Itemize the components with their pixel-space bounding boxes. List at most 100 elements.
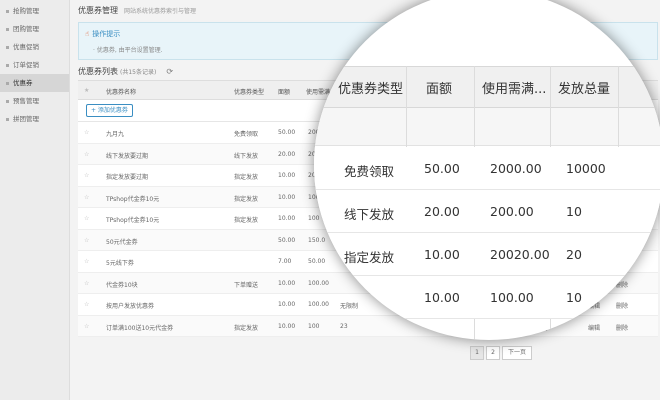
- star-icon: ☆: [84, 301, 90, 308]
- zoom-cell-type: 线下发放: [344, 207, 395, 222]
- zoom-cell-amount: 20.00: [424, 204, 460, 219]
- star-icon: ☆: [84, 193, 90, 201]
- sidebar-item-label: 预售管理: [13, 97, 39, 105]
- coupon-amount: 50.00: [278, 129, 296, 136]
- coupon-amount: 10.00: [278, 301, 296, 308]
- coupon-type: 下单赠送: [234, 281, 259, 289]
- star-icon: ☆: [84, 322, 90, 330]
- coupon-amount: 10.00: [278, 172, 296, 179]
- coupon-name: 5元线下券: [106, 260, 134, 267]
- page-title: 优惠券管理 网站系统优惠券索引与管理: [78, 5, 196, 16]
- tip-text: · 优惠券, 由平台设置管理.: [93, 47, 163, 54]
- coupon-amount: 10.00: [278, 279, 296, 287]
- coupon-extra: 23: [340, 322, 348, 330]
- star-icon: ☆: [84, 172, 90, 179]
- list-title: 优惠券列表 (共15条记录) ⟳: [78, 66, 173, 77]
- coupon-name: TPshop代金券10元: [106, 195, 160, 203]
- zoom-cell-total: 10: [566, 290, 582, 305]
- coupon-amount: 10.00: [278, 193, 296, 201]
- sidebar-item-label: 优惠券: [13, 79, 33, 87]
- star-icon: ☆: [84, 258, 90, 265]
- star-icon: ☆: [84, 215, 90, 222]
- page-title-text: 优惠券管理: [78, 6, 118, 15]
- coupon-amount: 50.00: [278, 236, 296, 244]
- star-icon: ☆: [84, 236, 90, 244]
- bullet-icon: [6, 81, 9, 85]
- star-icon: ☆: [84, 150, 90, 158]
- sidebar-item-team-buy[interactable]: 拼团管理: [0, 110, 69, 128]
- pager-page-2[interactable]: 2: [486, 346, 500, 360]
- sidebar-item-coupons[interactable]: 优惠券: [0, 74, 69, 92]
- zoom-cell-type: 免费领取: [344, 164, 395, 179]
- coupon-type: 指定发放: [234, 174, 259, 181]
- zoom-cell-amount: 10.00: [424, 290, 460, 305]
- sidebar-item-label: 抢购管理: [13, 7, 39, 15]
- coupon-name: 50元代金券: [106, 238, 138, 246]
- coupon-name: 线下发放要过期: [106, 152, 149, 160]
- bullet-icon: [6, 99, 9, 103]
- sidebar: 抢购管理 团购管理 优惠促销 订单促销 优惠券 预售管理 拼团管理: [0, 0, 70, 400]
- magnifier-zoom: 优惠券类型 面额 使用需满... 发放总量 免费领取 50.00 2000.00 10…: [314, 0, 660, 340]
- sidebar-item-promotion[interactable]: 优惠促销: [0, 38, 69, 56]
- hand-pointer-icon: ☝: [85, 30, 90, 38]
- star-icon: ☆: [84, 129, 90, 136]
- sidebar-item-group-buy[interactable]: 团购管理: [0, 20, 69, 38]
- zoom-table-toolbar-row: [314, 108, 660, 146]
- coupon-amount: 10.00: [278, 322, 296, 330]
- edit-button[interactable]: 编辑: [588, 323, 600, 332]
- sidebar-item-order-promotion[interactable]: 订单促销: [0, 56, 69, 74]
- page-subtitle: 网站系统优惠券索引与管理: [124, 8, 197, 15]
- zoom-header-amount: 面额: [426, 82, 453, 97]
- zoom-cell-min: 100.00: [490, 290, 534, 305]
- bullet-icon: [6, 63, 9, 67]
- column-header-type: 优惠券类型: [234, 89, 265, 96]
- coupon-amount: 10.00: [278, 215, 296, 222]
- sidebar-item-label: 优惠促销: [13, 43, 39, 51]
- star-icon: ★: [84, 87, 90, 94]
- coupon-type: 线下发放: [234, 152, 259, 160]
- bullet-icon: [6, 9, 9, 13]
- sidebar-item-presale[interactable]: 预售管理: [0, 92, 69, 110]
- coupon-type: 指定发放: [234, 217, 259, 224]
- coupon-name: 按用户发放优惠券: [106, 303, 155, 310]
- zoom-cell-total: 10000: [566, 161, 606, 176]
- pager-next[interactable]: 下一页: [502, 346, 532, 360]
- coupon-name: 代金券10块: [106, 281, 138, 289]
- pager-page-1[interactable]: 1: [470, 346, 484, 360]
- zoom-header-min: 使用需满...: [482, 82, 547, 97]
- coupon-amount: 7.00: [278, 258, 292, 265]
- bullet-icon: [6, 117, 9, 121]
- zoom-cell-type: 指定发放: [344, 250, 395, 265]
- zoom-cell-total: 10: [566, 204, 582, 219]
- bullet-icon: [6, 45, 9, 49]
- zoom-cell-min: 20020.00: [490, 247, 550, 262]
- zoom-header-type: 优惠券类型: [338, 82, 404, 97]
- zoom-cell-min: 200.00: [490, 204, 534, 219]
- bullet-icon: [6, 27, 9, 31]
- zoom-table-row: [314, 276, 660, 319]
- coupon-name: 订单满100送10元代金券: [106, 324, 174, 332]
- zoom-cell-min: 2000.00: [490, 161, 542, 176]
- coupon-min: 100: [308, 322, 320, 330]
- column-header-name: 优惠券名称: [106, 89, 137, 96]
- zoom-cell-amount: 10.00: [424, 247, 460, 262]
- zoom-cell-amount: 50.00: [424, 161, 460, 176]
- coupon-name: 九月九: [106, 131, 125, 138]
- tip-title-text: 操作提示: [92, 30, 121, 38]
- zoom-header-total: 发放总量: [558, 82, 611, 97]
- coupon-type: 免费领取: [234, 131, 259, 138]
- sidebar-item-label: 团购管理: [13, 25, 39, 33]
- add-coupon-button[interactable]: + 添加优惠券: [86, 104, 133, 117]
- coupon-type: 指定发放: [234, 195, 259, 203]
- sidebar-item-label: 拼团管理: [13, 115, 39, 123]
- sidebar-item-flash-sale[interactable]: 抢购管理: [0, 2, 69, 20]
- column-header-amount: 面额: [278, 89, 291, 96]
- refresh-icon[interactable]: ⟳: [166, 67, 173, 76]
- coupon-name: TPshop代金券10元: [106, 217, 160, 224]
- list-title-text: 优惠券列表: [78, 67, 118, 76]
- sidebar-item-label: 订单促销: [13, 61, 39, 69]
- zoom-cell-total: 20: [566, 247, 582, 262]
- tip-title: ☝ 操作提示: [85, 29, 120, 39]
- record-count: (共15条记录): [120, 69, 157, 76]
- star-icon: ☆: [84, 279, 90, 287]
